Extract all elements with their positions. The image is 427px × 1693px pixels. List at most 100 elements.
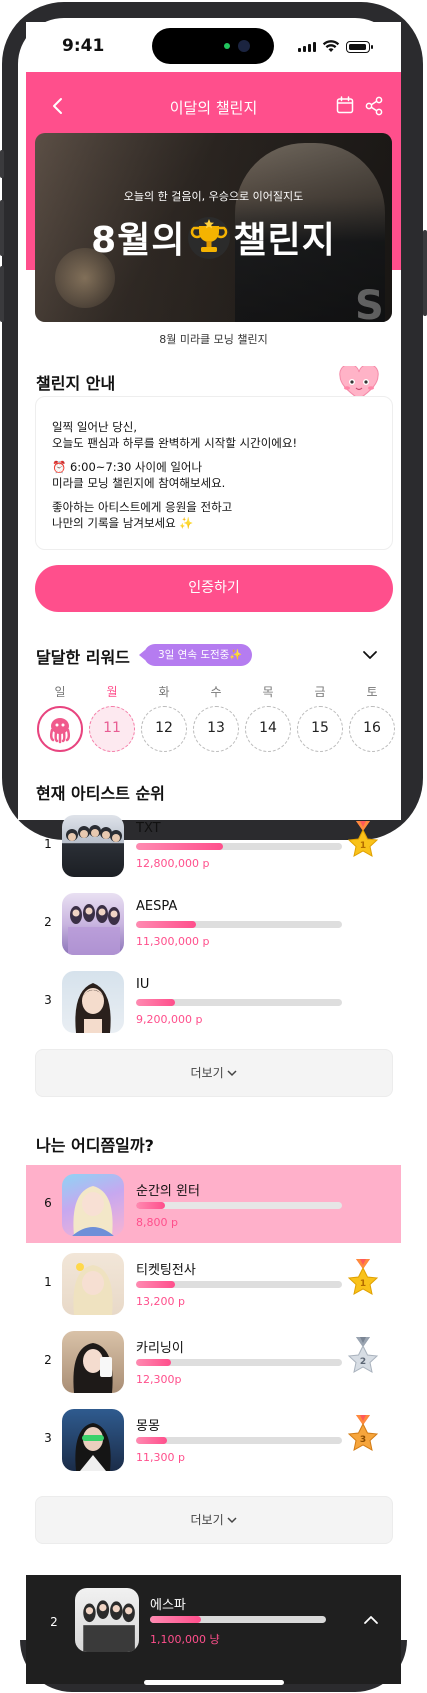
guide-card: 일찍 일어난 당신, 오늘도 팬심과 하루를 완벽하게 시작할 시간이에요! ⏰… — [35, 396, 393, 550]
artist-points: 9,200,000 p — [136, 1013, 203, 1026]
sticky-my-artist-bar[interactable]: 2 에스파 1,100,000 냥 — [26, 1575, 401, 1684]
banner-title-left: 8월의 — [91, 220, 186, 261]
streak-badge: 3일 연속 도전중✨ — [138, 644, 253, 666]
signal-icon — [298, 42, 316, 52]
volume-down-button — [0, 266, 4, 322]
artist-photo-aespa — [75, 1588, 139, 1652]
artist-name: TXT — [136, 821, 161, 836]
user-avatar — [62, 1331, 124, 1393]
artist-name: 에스파 — [150, 1598, 186, 1613]
user-avatar — [62, 1409, 124, 1471]
weekday-tue: 화 — [158, 685, 170, 699]
artist-rank-row[interactable]: 3 IU 9,200,000 p — [26, 965, 401, 1037]
challenge-banner[interactable]: S 오늘의 한 걸음이, 우승으로 이어질지도 8월의 챌린지 — [35, 133, 392, 322]
artist-name: AESPA — [136, 899, 178, 914]
progress-fill — [136, 1359, 172, 1366]
progress-fill — [136, 999, 176, 1006]
rank-number: 1 — [44, 1275, 52, 1289]
day-16[interactable]: 16 — [349, 706, 395, 752]
rank-number: 1 — [44, 837, 52, 851]
my-rank-row[interactable]: 6 순간의 윈터 8,800 p — [26, 1168, 401, 1240]
artist-points: 11,300,000 p — [136, 935, 210, 948]
rank-number: 3 — [44, 1431, 52, 1445]
gold-medal-icon: 1 — [347, 1259, 379, 1295]
heart-mascot-icon — [339, 366, 379, 400]
user-rank-row[interactable]: 2 카리닝이 12,300p 2 — [26, 1325, 401, 1397]
silver-medal-icon: 2 — [347, 1337, 379, 1373]
verify-button[interactable]: 인증하기 — [35, 565, 393, 612]
weekday-thu: 목 — [262, 685, 274, 699]
user-name: 순간의 윈터 — [136, 1184, 200, 1199]
chevron-up-icon[interactable] — [362, 1611, 380, 1629]
more-label: 더보기 — [190, 1066, 224, 1080]
artist-photo-iu — [62, 971, 124, 1033]
svg-text:1: 1 — [360, 1279, 366, 1289]
svg-text:1: 1 — [360, 841, 366, 851]
progress-bar — [136, 1202, 342, 1209]
artist-rank-row[interactable]: 1 TXT 12,800,000 p 1 — [26, 809, 401, 881]
progress-bar — [136, 921, 342, 928]
rank-number: 2 — [44, 915, 52, 929]
user-points: 8,800 p — [136, 1216, 178, 1229]
user-avatar-me — [62, 1174, 124, 1236]
calendar-icon[interactable] — [336, 96, 354, 114]
banner-caption: 8월 미라클 모닝 챌린지 — [159, 333, 268, 346]
artist-rank-row[interactable]: 2 AESPA 11,300,000 p — [26, 887, 401, 959]
day-11[interactable]: 11 — [89, 706, 135, 752]
user-more-button[interactable]: 더보기 — [35, 1496, 393, 1544]
progress-bar — [150, 1616, 326, 1623]
guide-line: 나만의 기록을 남겨보세요 ✨ — [52, 516, 194, 530]
weekday-wed: 수 — [210, 685, 222, 699]
chevron-down-icon — [227, 1070, 237, 1077]
progress-fill — [136, 1281, 176, 1288]
svg-text:3: 3 — [360, 1435, 366, 1445]
guide-line-text: 6:00~7:30 사이에 일어나 — [69, 460, 203, 474]
gold-medal-icon: 1 — [347, 821, 379, 857]
user-avatar — [62, 1253, 124, 1315]
artist-more-button[interactable]: 더보기 — [35, 1049, 393, 1097]
user-name: 티켓팅전사 — [136, 1263, 196, 1278]
home-indicator — [144, 1680, 284, 1685]
chevron-down-icon[interactable] — [362, 647, 378, 663]
octopus-stamp-icon — [49, 718, 71, 744]
artist-photo-aespa — [62, 893, 124, 955]
user-name: 몽몽 — [136, 1419, 160, 1434]
guide-line: 미라클 모닝 챌린지에 참여해보세요. — [52, 476, 226, 490]
page-title: 이달의 챌린지 — [169, 99, 258, 117]
guide-title: 챌린지 안내 — [36, 374, 116, 393]
weekday-sat: 토 — [366, 685, 378, 699]
guide-line: 좋아하는 아티스트에게 응원을 전하고 — [52, 500, 233, 514]
day-14[interactable]: 14 — [245, 706, 291, 752]
status-time: 9:41 — [62, 36, 105, 56]
rank-number: 2 — [50, 1615, 58, 1629]
user-name: 카리닝이 — [136, 1341, 184, 1356]
weekday-sun: 일 — [54, 685, 66, 699]
progress-fill — [136, 1437, 167, 1444]
user-rank-row[interactable]: 1 티켓팅전사 13,200 p 1 — [26, 1247, 401, 1319]
rewards-title: 달달한 리워드 — [36, 648, 130, 667]
progress-bar — [136, 999, 342, 1006]
day-12[interactable]: 12 — [141, 706, 187, 752]
day-13[interactable]: 13 — [193, 706, 239, 752]
user-rank-row[interactable]: 3 몽몽 11,300 p 3 — [26, 1403, 401, 1475]
day-stamp-completed[interactable] — [37, 706, 83, 752]
chevron-down-icon — [227, 1517, 237, 1524]
banner-tagline: 오늘의 한 걸음이, 우승으로 이어질지도 — [123, 190, 304, 203]
power-button — [423, 230, 427, 316]
user-points: 12,300p — [136, 1373, 182, 1386]
svg-text:2: 2 — [360, 1357, 366, 1367]
trophy-icon — [188, 217, 231, 259]
silent-switch — [0, 150, 4, 178]
artist-photo-txt — [62, 815, 124, 877]
weekday-fri: 금 — [314, 685, 326, 699]
rank-number: 3 — [44, 993, 52, 1007]
bronze-medal-icon: 3 — [347, 1415, 379, 1451]
user-points: 11,300 p — [136, 1451, 185, 1464]
progress-bar — [136, 1359, 342, 1366]
guide-line-time: ⏰ 6:00~7:30 사이에 일어나 — [52, 459, 202, 475]
rank-number: 2 — [44, 1353, 52, 1367]
volume-up-button — [0, 200, 4, 256]
artist-name: IU — [136, 977, 150, 992]
day-15[interactable]: 15 — [297, 706, 343, 752]
share-icon[interactable] — [364, 96, 384, 116]
